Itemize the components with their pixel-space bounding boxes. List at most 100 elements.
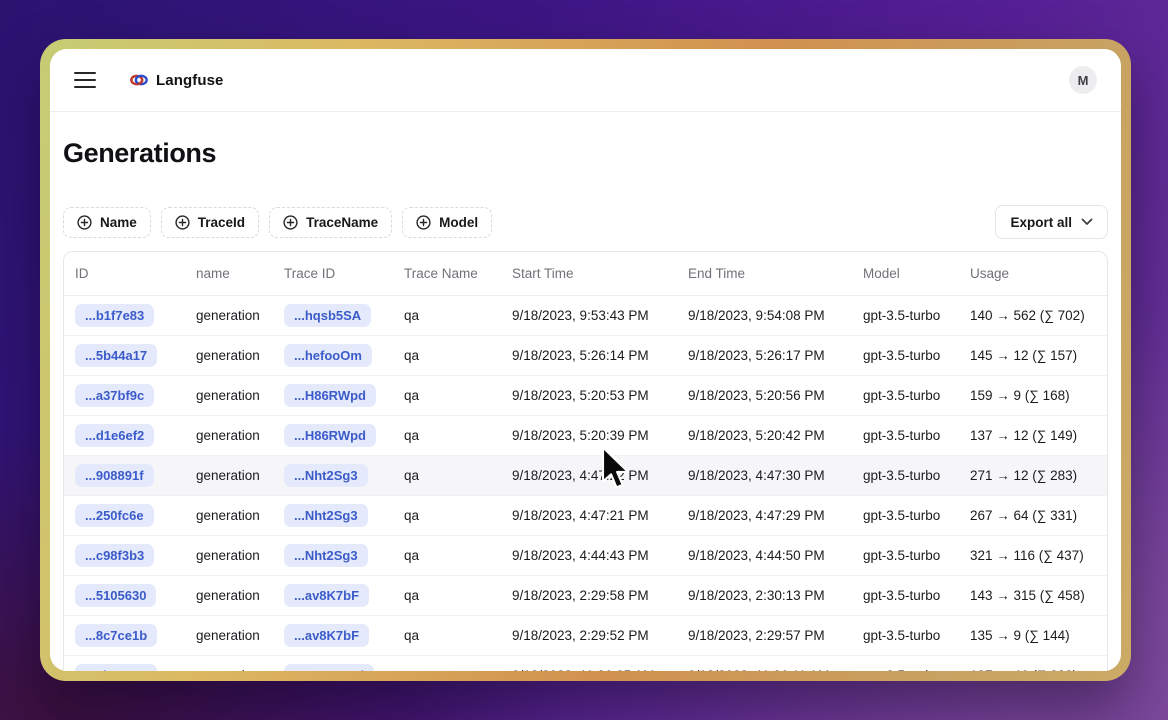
- trace-name-cell: qa: [393, 656, 501, 672]
- export-all-label: Export all: [1010, 215, 1072, 230]
- model-cell: gpt-3.5-turbo: [852, 536, 959, 576]
- circle-plus-icon: [283, 215, 298, 230]
- end-time-cell: 9/18/2023, 5:26:17 PM: [677, 336, 852, 376]
- generation-name-cell: generation: [185, 616, 273, 656]
- brand: Langfuse: [130, 72, 223, 89]
- window-frame: Langfuse M Generations: [40, 39, 1131, 681]
- table-row[interactable]: ...0b10342 generation ...RY7UUpd qa 9/18…: [64, 656, 1107, 672]
- start-time-cell: 9/18/2023, 5:20:39 PM: [501, 416, 677, 456]
- usage-cell: 140 → 562 (∑ 702): [959, 296, 1107, 336]
- model-cell: gpt-3.5-turbo: [852, 296, 959, 336]
- trace-name-cell: qa: [393, 576, 501, 616]
- end-time-cell: 9/18/2023, 4:44:50 PM: [677, 536, 852, 576]
- chevron-down-icon: [1081, 218, 1093, 226]
- model-cell: gpt-3.5-turbo: [852, 456, 959, 496]
- start-time-cell: 9/18/2023, 2:29:52 PM: [501, 616, 677, 656]
- generation-id-badge[interactable]: ...250fc6e: [75, 504, 154, 527]
- usage-cell: 145 → 12 (∑ 157): [959, 336, 1107, 376]
- column-header-id: ID: [64, 252, 185, 296]
- usage-cell: 137 → 12 (∑ 149): [959, 416, 1107, 456]
- toolbar: Name TraceId: [63, 205, 1108, 239]
- table-row[interactable]: ...d1e6ef2 generation ...H86RWpd qa 9/18…: [64, 416, 1107, 456]
- start-time-cell: 9/18/2023, 9:53:43 PM: [501, 296, 677, 336]
- column-header-trace-name: Trace Name: [393, 252, 501, 296]
- table-row[interactable]: ...908891f generation ...Nht2Sg3 qa 9/18…: [64, 456, 1107, 496]
- trace-id-badge[interactable]: ...H86RWpd: [284, 424, 376, 447]
- model-cell: gpt-3.5-turbo: [852, 336, 959, 376]
- generation-name-cell: generation: [185, 536, 273, 576]
- export-all-button[interactable]: Export all: [995, 205, 1108, 239]
- end-time-cell: 9/18/2023, 2:29:57 PM: [677, 616, 852, 656]
- column-header-name: name: [185, 252, 273, 296]
- generation-name-cell: generation: [185, 496, 273, 536]
- model-cell: gpt-3.5-turbo: [852, 496, 959, 536]
- start-time-cell: 9/18/2023, 11:26:05 AM: [501, 656, 677, 672]
- trace-name-cell: qa: [393, 496, 501, 536]
- brand-label: Langfuse: [156, 72, 223, 89]
- model-cell: gpt-3.5-turbo: [852, 616, 959, 656]
- generation-name-cell: generation: [185, 336, 273, 376]
- generation-id-badge[interactable]: ...a37bf9c: [75, 384, 154, 407]
- table-row[interactable]: ...5b44a17 generation ...hefooOm qa 9/18…: [64, 336, 1107, 376]
- trace-id-badge[interactable]: ...av8K7bF: [284, 624, 369, 647]
- menu-icon[interactable]: [74, 72, 96, 88]
- start-time-cell: 9/18/2023, 5:26:14 PM: [501, 336, 677, 376]
- trace-id-badge[interactable]: ...RY7UUpd: [284, 664, 374, 671]
- trace-name-cell: qa: [393, 616, 501, 656]
- trace-name-cell: qa: [393, 416, 501, 456]
- generation-id-badge[interactable]: ...b1f7e83: [75, 304, 154, 327]
- end-time-cell: 9/18/2023, 5:20:42 PM: [677, 416, 852, 456]
- end-time-cell: 9/18/2023, 11:26:11 AM: [677, 656, 852, 672]
- trace-id-badge[interactable]: ...Nht2Sg3: [284, 464, 368, 487]
- main-content: Generations Name: [50, 112, 1121, 671]
- generation-id-badge[interactable]: ...8c7ce1b: [75, 624, 157, 647]
- column-header-trace-id: Trace ID: [273, 252, 393, 296]
- table-row[interactable]: ...5105630 generation ...av8K7bF qa 9/18…: [64, 576, 1107, 616]
- filter-chip[interactable]: Model: [402, 207, 492, 238]
- generation-name-cell: generation: [185, 416, 273, 456]
- generation-id-badge[interactable]: ...5b44a17: [75, 344, 157, 367]
- usage-cell: 135 → 9 (∑ 144): [959, 616, 1107, 656]
- generation-id-badge[interactable]: ...5105630: [75, 584, 156, 607]
- trace-id-badge[interactable]: ...Nht2Sg3: [284, 544, 368, 567]
- table-header-row: ID name Trace ID Trace Name Start Time E…: [64, 252, 1107, 296]
- table-row[interactable]: ...b1f7e83 generation ...hqsb5SA qa 9/18…: [64, 296, 1107, 336]
- generation-name-cell: generation: [185, 376, 273, 416]
- filter-chip[interactable]: TraceName: [269, 207, 392, 238]
- user-avatar[interactable]: M: [1069, 66, 1097, 94]
- start-time-cell: 9/18/2023, 5:20:53 PM: [501, 376, 677, 416]
- end-time-cell: 9/18/2023, 2:30:13 PM: [677, 576, 852, 616]
- generation-name-cell: generation: [185, 656, 273, 672]
- generation-id-badge[interactable]: ...d1e6ef2: [75, 424, 154, 447]
- start-time-cell: 9/18/2023, 4:47:21 PM: [501, 496, 677, 536]
- column-header-usage: Usage: [959, 252, 1107, 296]
- trace-name-cell: qa: [393, 376, 501, 416]
- filter-chip[interactable]: Name: [63, 207, 151, 238]
- column-header-model: Model: [852, 252, 959, 296]
- end-time-cell: 9/18/2023, 4:47:29 PM: [677, 496, 852, 536]
- trace-id-badge[interactable]: ...hqsb5SA: [284, 304, 371, 327]
- generation-id-badge[interactable]: ...c98f3b3: [75, 544, 154, 567]
- table-row[interactable]: ...8c7ce1b generation ...av8K7bF qa 9/18…: [64, 616, 1107, 656]
- usage-cell: 143 → 315 (∑ 458): [959, 576, 1107, 616]
- filter-chip-label: TraceName: [306, 215, 378, 230]
- generation-id-badge[interactable]: ...0b10342: [75, 664, 157, 671]
- circle-plus-icon: [175, 215, 190, 230]
- column-header-start-time: Start Time: [501, 252, 677, 296]
- trace-id-badge[interactable]: ...av8K7bF: [284, 584, 369, 607]
- table-row[interactable]: ...c98f3b3 generation ...Nht2Sg3 qa 9/18…: [64, 536, 1107, 576]
- generation-id-badge[interactable]: ...908891f: [75, 464, 154, 487]
- start-time-cell: 9/18/2023, 2:29:58 PM: [501, 576, 677, 616]
- table-row[interactable]: ...250fc6e generation ...Nht2Sg3 qa 9/18…: [64, 496, 1107, 536]
- filter-chip[interactable]: TraceId: [161, 207, 259, 238]
- usage-cell: 267 → 64 (∑ 331): [959, 496, 1107, 536]
- trace-id-badge[interactable]: ...hefooOm: [284, 344, 372, 367]
- trace-id-badge[interactable]: ...Nht2Sg3: [284, 504, 368, 527]
- trace-name-cell: qa: [393, 456, 501, 496]
- trace-id-badge[interactable]: ...H86RWpd: [284, 384, 376, 407]
- start-time-cell: 9/18/2023, 4:47:22 PM: [501, 456, 677, 496]
- table-row[interactable]: ...a37bf9c generation ...H86RWpd qa 9/18…: [64, 376, 1107, 416]
- model-cell: gpt-3.5-turbo: [852, 656, 959, 672]
- filter-chip-label: Model: [439, 215, 478, 230]
- circle-plus-icon: [77, 215, 92, 230]
